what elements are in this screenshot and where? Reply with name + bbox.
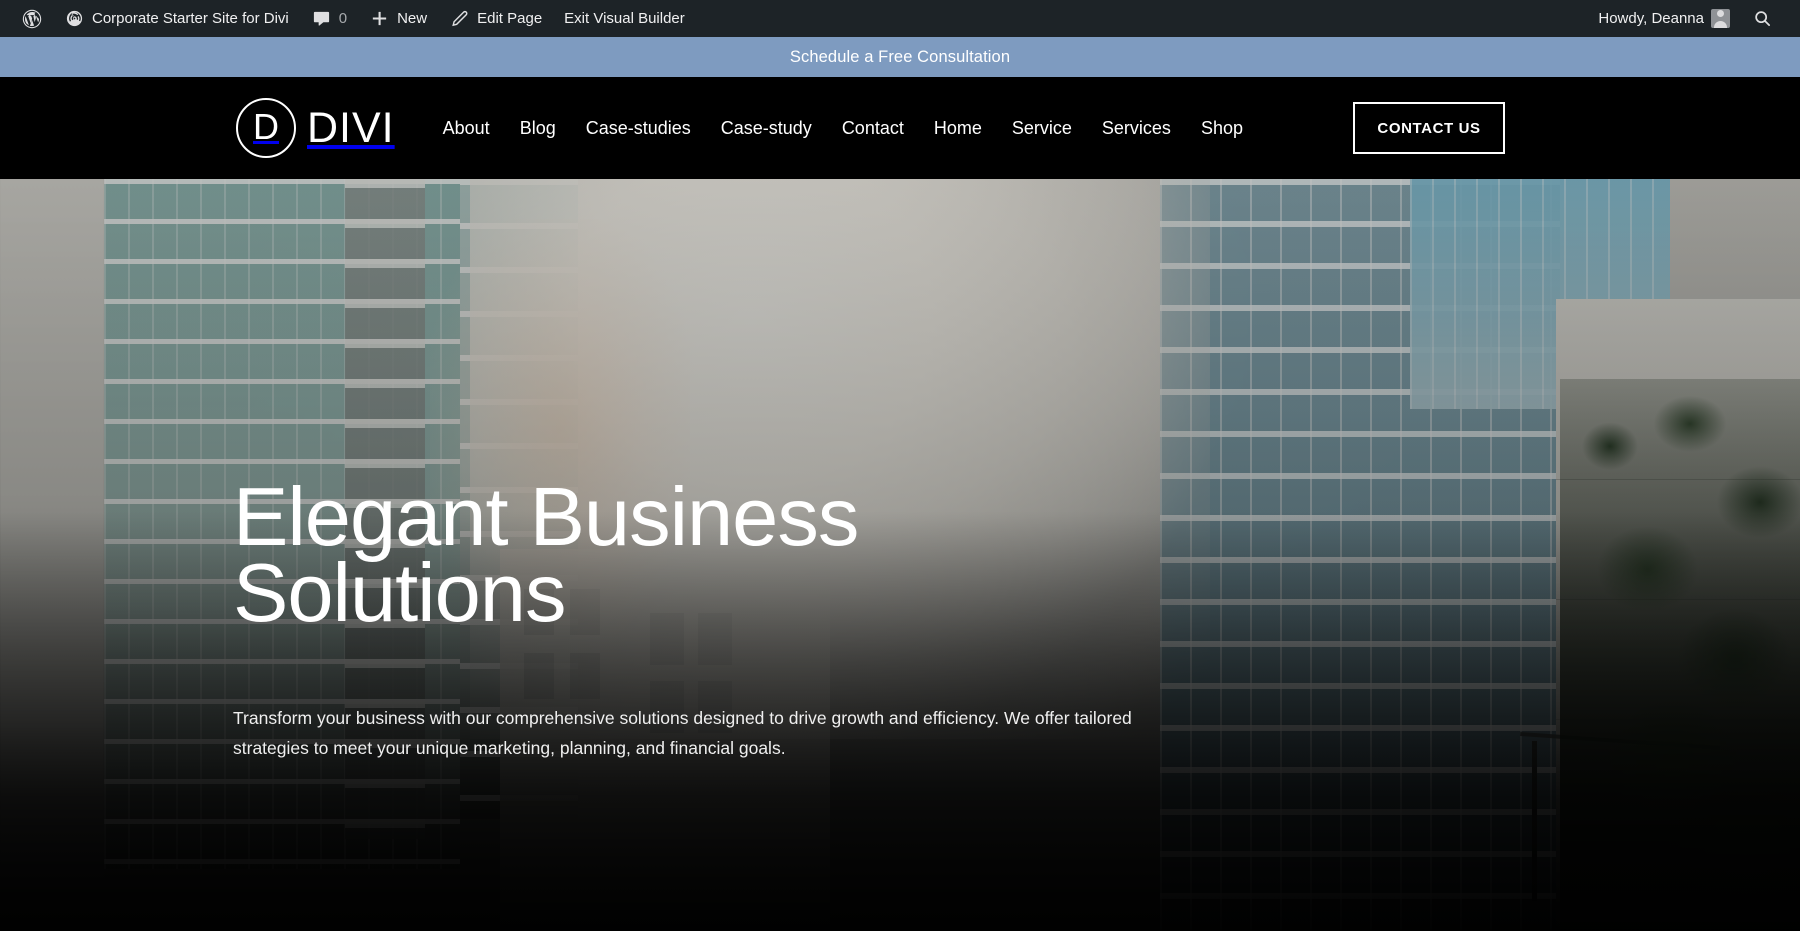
hero-paragraph: Transform your business with our compreh… <box>233 703 1163 763</box>
logo-letter: D <box>253 109 279 145</box>
adminbar-new-label: New <box>397 10 427 27</box>
adminbar-comments-count: 0 <box>339 10 347 27</box>
adminbar-comments[interactable]: 0 <box>300 0 358 37</box>
nav-item-blog[interactable]: Blog <box>505 112 571 145</box>
nav-item-service[interactable]: Service <box>997 112 1087 145</box>
adminbar-site-name-label: Corporate Starter Site for Divi <box>92 10 289 27</box>
nav-item-case-study[interactable]: Case-study <box>706 112 827 145</box>
nav-item-about[interactable]: About <box>428 112 505 145</box>
avatar <box>1711 9 1730 28</box>
nav-item-home[interactable]: Home <box>919 112 997 145</box>
promo-bar[interactable]: Schedule a Free Consultation <box>0 37 1800 77</box>
promo-bar-text: Schedule a Free Consultation <box>790 48 1010 67</box>
adminbar-right-group: Howdy, Deanna <box>1587 0 1800 37</box>
adminbar-howdy-label: Howdy, Deanna <box>1598 10 1704 27</box>
wordpress-icon <box>21 8 42 29</box>
adminbar-my-account[interactable]: Howdy, Deanna <box>1587 0 1741 37</box>
pencil-icon <box>449 8 470 29</box>
site-logo[interactable]: D DIVI <box>236 98 395 158</box>
comment-bubble-icon <box>311 8 332 29</box>
adminbar-search[interactable] <box>1741 0 1784 37</box>
adminbar-edit-page[interactable]: Edit Page <box>438 0 553 37</box>
nav-item-contact[interactable]: Contact <box>827 112 919 145</box>
nav-item-case-studies[interactable]: Case-studies <box>571 112 706 145</box>
adminbar-site-name[interactable]: Corporate Starter Site for Divi <box>53 0 300 37</box>
contact-us-button[interactable]: CONTACT US <box>1353 102 1505 154</box>
adminbar-left-group: Corporate Starter Site for Divi 0 New <box>0 0 696 37</box>
adminbar-new-content[interactable]: New <box>358 0 438 37</box>
site-header: D DIVI About Blog Case-studies Case-stud… <box>0 77 1800 179</box>
dashboard-icon <box>64 8 85 29</box>
primary-navigation: About Blog Case-studies Case-study Conta… <box>428 112 1258 145</box>
search-icon <box>1752 8 1773 29</box>
adminbar-wp-logo[interactable] <box>10 0 53 37</box>
nav-item-services[interactable]: Services <box>1087 112 1186 145</box>
hero-section: Elegant Business Solutions Transform you… <box>0 179 1800 931</box>
adminbar-exit-label: Exit Visual Builder <box>564 10 685 27</box>
plus-icon <box>369 8 390 29</box>
nav-item-shop[interactable]: Shop <box>1186 112 1258 145</box>
adminbar-exit-visual-builder[interactable]: Exit Visual Builder <box>553 0 696 37</box>
adminbar-edit-label: Edit Page <box>477 10 542 27</box>
divi-logo-icon: D <box>236 98 296 158</box>
hero-heading: Elegant Business Solutions <box>233 479 933 632</box>
logo-wordmark: DIVI <box>307 104 395 153</box>
wordpress-admin-bar: Corporate Starter Site for Divi 0 New <box>0 0 1800 37</box>
